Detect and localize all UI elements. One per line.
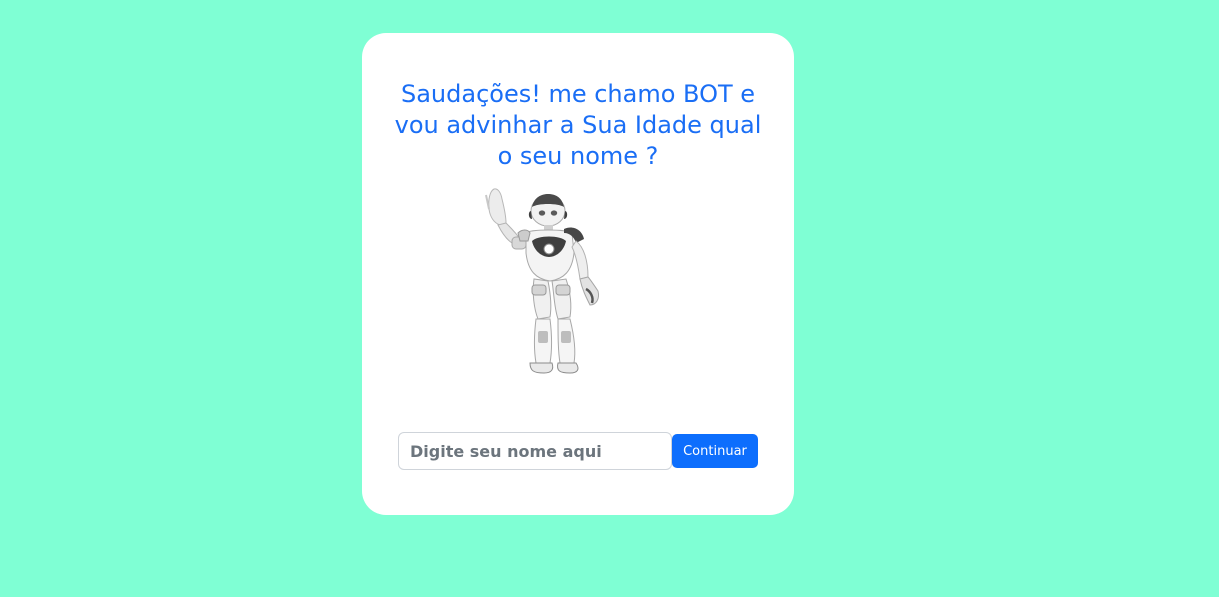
greeting-title: Saudações! me chamo BOT e vou advinhar a…: [394, 80, 762, 170]
continue-button[interactable]: Continuar: [672, 434, 758, 468]
robot-right-arm: [571, 240, 599, 306]
robot-image: [485, 188, 599, 374]
robot-legs: [529, 278, 579, 374]
robot-torso: [517, 227, 584, 282]
robot-head: [528, 194, 568, 231]
name-input[interactable]: [398, 432, 672, 470]
greeting-card: Saudações! me chamo BOT e vou advinhar a…: [362, 33, 794, 515]
